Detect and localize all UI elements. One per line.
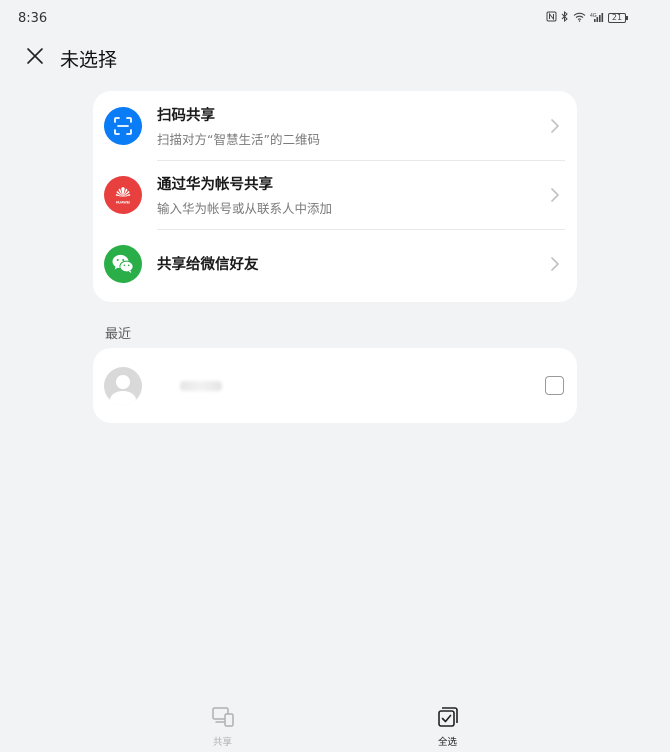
option-scan-share[interactable]: 扫码共享 扫描对方“智慧生活”的二维码	[93, 91, 577, 160]
tab-label: 全选	[437, 736, 457, 748]
battery-icon: 21	[608, 13, 628, 23]
status-bar: 8:36 4G 21	[0, 0, 670, 36]
tab-share[interactable]: 共享	[183, 702, 263, 752]
option-title: 共享给微信好友	[157, 257, 259, 273]
bottom-tab-bar: 共享 全选	[0, 702, 670, 752]
svg-text:4G: 4G	[590, 13, 597, 19]
option-title: 通过华为帐号共享	[157, 176, 273, 193]
chevron-right-icon	[543, 183, 567, 207]
huawei-logo-text: HUAWEI	[116, 200, 130, 204]
avatar	[104, 366, 142, 405]
nfc-icon	[546, 11, 557, 25]
status-icons: 4G 21	[546, 10, 628, 25]
huawei-logo-icon: HUAWEI	[104, 175, 142, 214]
option-subtitle: 输入华为帐号或从联系人中添加	[157, 200, 333, 216]
option-title: 扫码共享	[157, 107, 215, 124]
title-bar: 未选择	[0, 40, 670, 76]
tab-select-all[interactable]: 全选	[408, 702, 488, 752]
bluetooth-icon	[561, 10, 569, 25]
recent-section-label: 最近	[105, 327, 132, 342]
wifi-icon	[573, 12, 586, 25]
status-time: 8:36	[18, 10, 48, 26]
battery-level: 21	[611, 13, 623, 22]
chevron-right-icon	[543, 114, 567, 138]
signal-icon: 4G	[590, 12, 604, 25]
page-title: 未选择	[60, 48, 118, 71]
close-button[interactable]	[24, 47, 46, 69]
chevron-right-icon	[543, 252, 567, 276]
contact-checkbox[interactable]	[545, 376, 564, 395]
share-devices-icon	[211, 706, 234, 731]
option-huawei-account-share[interactable]: HUAWEI 通过华为帐号共享 输入华为帐号或从联系人中添加	[93, 160, 577, 229]
scan-icon	[104, 106, 142, 145]
option-subtitle: 扫描对方“智慧生活”的二维码	[157, 131, 320, 147]
close-icon	[26, 47, 44, 69]
share-options-card: 扫码共享 扫描对方“智慧生活”的二维码 HUAWEI 通过华为帐号共享 输入华为…	[93, 91, 577, 302]
tab-label: 共享	[212, 736, 232, 748]
contact-name-redacted	[180, 380, 222, 391]
option-wechat-share[interactable]: 共享给微信好友	[93, 229, 577, 298]
recent-contact-row[interactable]	[93, 348, 577, 423]
select-all-icon	[437, 706, 458, 731]
wechat-icon	[104, 244, 142, 283]
